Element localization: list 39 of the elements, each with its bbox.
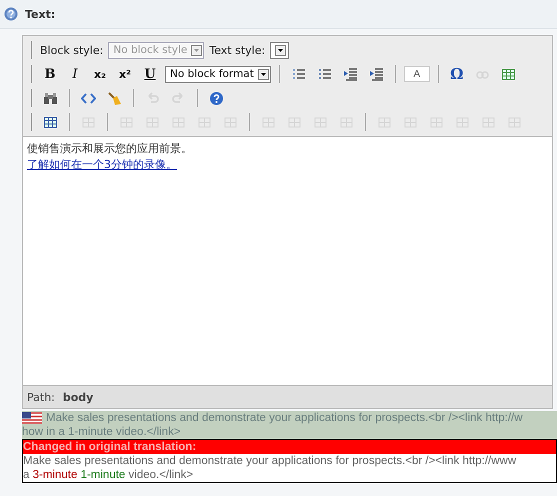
code-icon[interactable]	[81, 90, 96, 106]
changed-title: Changed in original translation:	[23, 440, 556, 454]
toolbar-label: Block style:	[40, 44, 104, 56]
dropdown-value: No block style	[113, 44, 188, 56]
changed-text: Make sales presentations and demonstrate your applications for prospects.<br /><link http://www	[23, 454, 518, 468]
style-dropdown[interactable]	[270, 42, 290, 58]
diff-text: a 3-minute 1-minute video.</link>	[23, 468, 194, 482]
paragraph: 使销售演示和展示您的应用前景。	[27, 141, 193, 157]
format-button[interactable]: x²	[115, 65, 135, 83]
help-icon[interactable]	[4, 7, 18, 21]
path-label: Path:	[27, 390, 55, 404]
dropdown-value: No block format	[170, 68, 254, 80]
field-label: Text:	[25, 8, 56, 20]
format-button[interactable]: Ω	[446, 65, 467, 83]
table-icon[interactable]	[43, 114, 58, 130]
style-dropdown[interactable]: No block format	[165, 66, 271, 82]
format-button[interactable]: U	[140, 65, 160, 83]
broom-icon[interactable]	[107, 90, 122, 106]
editor-content[interactable]: 使销售演示和展示您的应用前景。 了解如何在一个3分钟的录像。	[23, 136, 552, 386]
numbered-list-icon[interactable]	[290, 66, 306, 82]
table-icon[interactable]	[500, 66, 516, 82]
format-button[interactable]: B	[40, 65, 60, 83]
text-color-button[interactable]: A	[404, 66, 430, 82]
toolbar-label: Text style:	[209, 44, 266, 56]
caret-icon	[258, 68, 269, 80]
outdent-icon[interactable]	[342, 66, 358, 82]
path-value: body	[62, 390, 94, 404]
format-button[interactable]: I	[65, 65, 85, 83]
source-text: Make sales presentations and demonstrate your applications for prospects.<br /><link http://w	[46, 412, 523, 424]
format-button[interactable]: x₂	[90, 65, 110, 83]
video-link[interactable]: 了解如何在一个3分钟的录像。	[27, 158, 177, 171]
flag-icon	[22, 412, 42, 424]
help-icon[interactable]	[209, 90, 224, 106]
caret-icon	[275, 44, 286, 56]
indent-icon[interactable]	[368, 66, 384, 82]
source-text: how in a 1-minute video.</link>	[22, 426, 181, 438]
caret-icon	[191, 44, 202, 56]
bulleted-list-icon[interactable]	[316, 66, 332, 82]
binoculars-icon[interactable]	[43, 90, 58, 106]
